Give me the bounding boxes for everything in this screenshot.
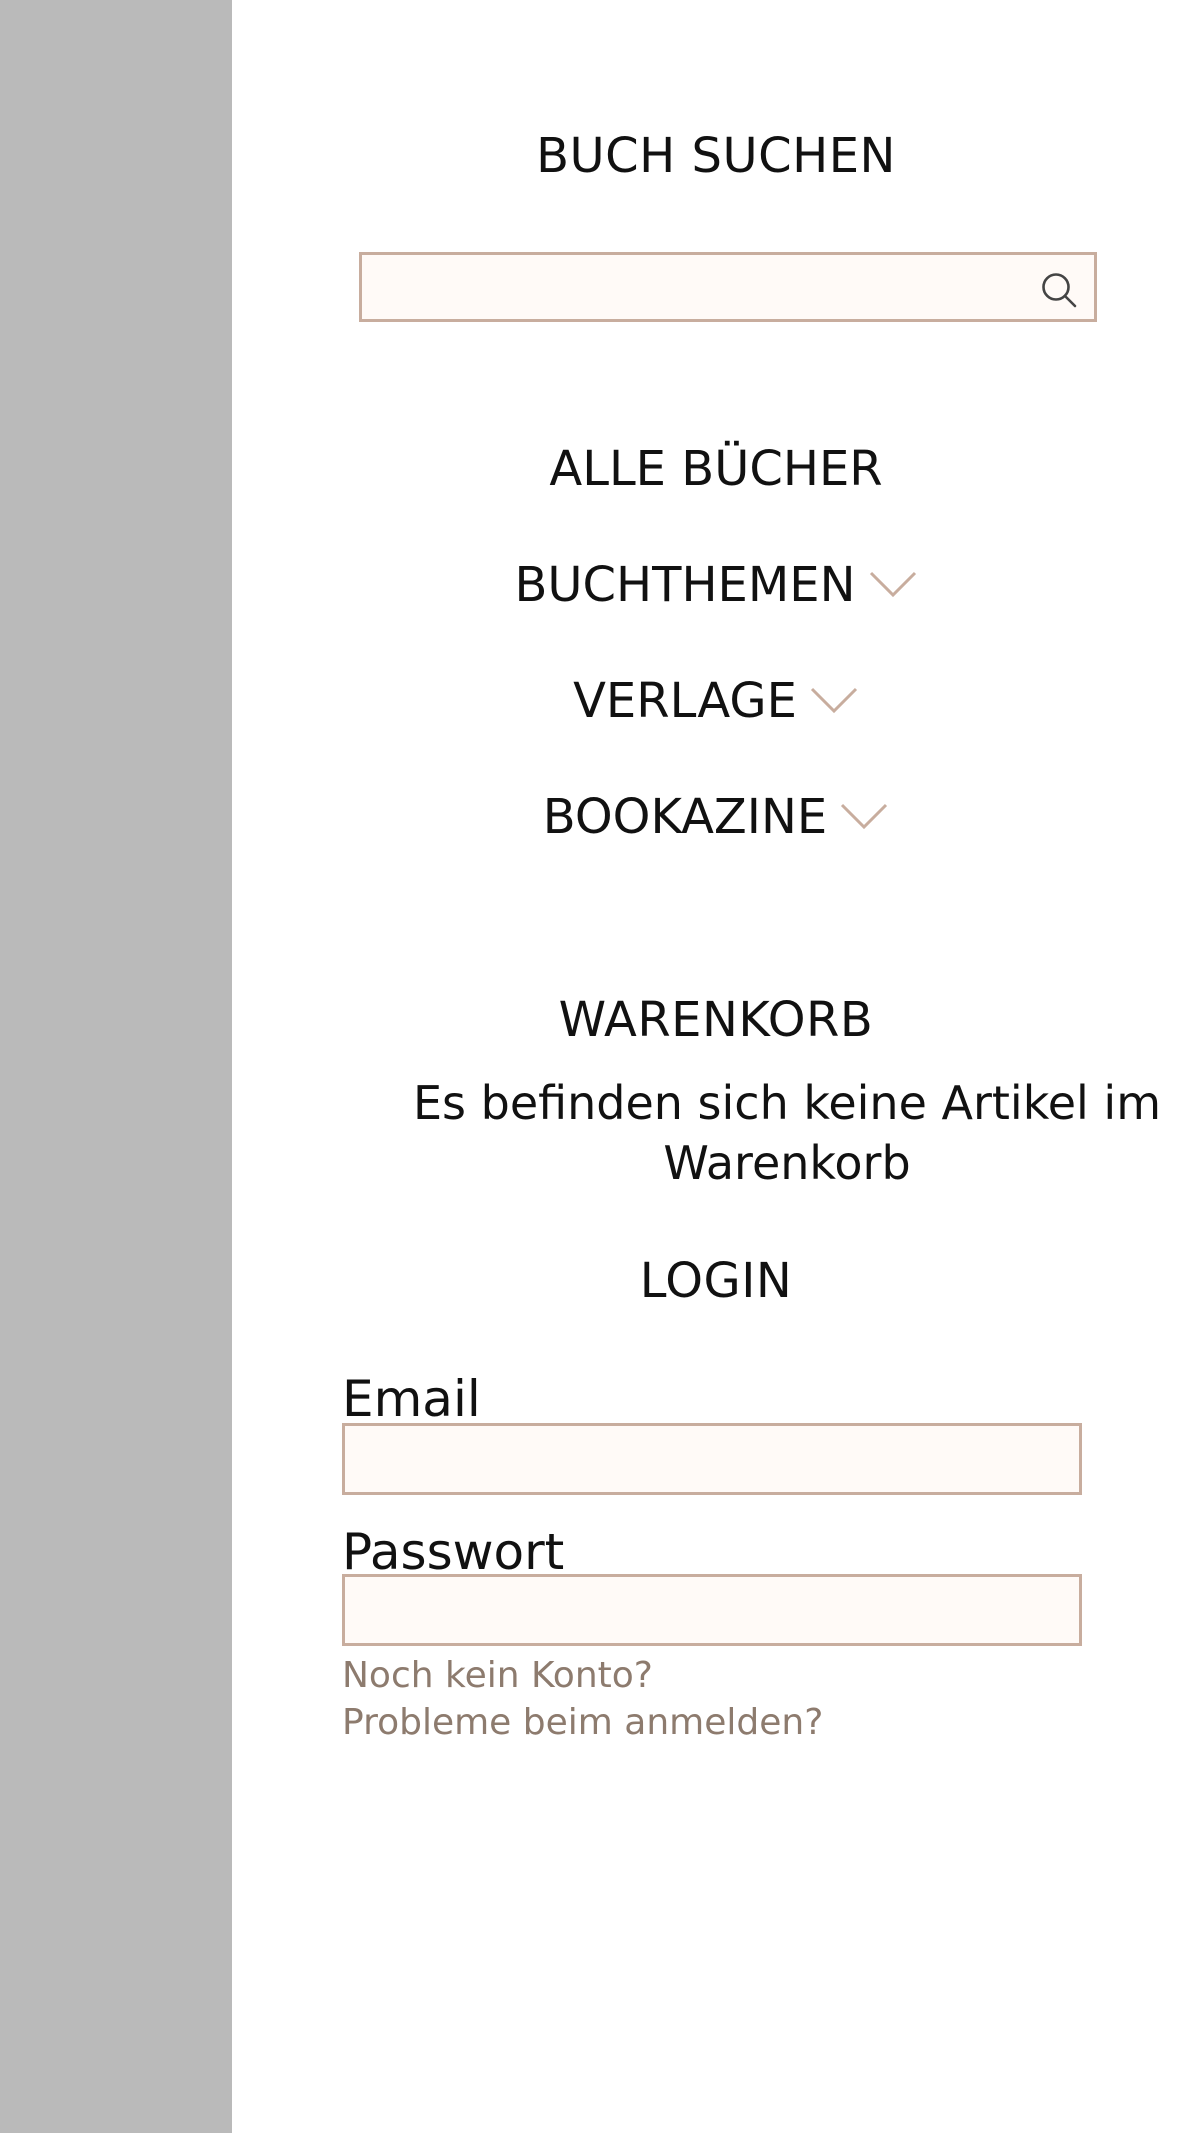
nav-item-label: BUCHTHEMEN — [514, 557, 856, 613]
login-heading: LOGIN — [639, 1253, 793, 1309]
nav-item-label: BOOKAZINE — [542, 789, 828, 845]
cart-heading: WARENKORB — [558, 992, 874, 1048]
email-field[interactable] — [342, 1423, 1082, 1495]
nav-item-alle-buecher[interactable]: ALLE BÜCHER — [232, 445, 1200, 493]
cart-empty-message: Es befinden sich keine Artikel im Warenk… — [412, 1076, 1162, 1190]
side-menu-panel: BUCH SUCHEN ALLE BÜCHER BUCHTHEMEN VERLA… — [232, 0, 1200, 2133]
chevron-down-icon[interactable] — [868, 569, 918, 599]
password-label: Passwort — [342, 1523, 565, 1581]
login-problems-link[interactable]: Probleme beim anmelden? — [342, 1705, 823, 1741]
search-input[interactable] — [359, 252, 1097, 322]
nav-item-bookazine[interactable]: BOOKAZINE — [232, 793, 1200, 841]
search-heading: BUCH SUCHEN — [536, 128, 896, 184]
chevron-down-icon[interactable] — [839, 801, 889, 831]
chevron-down-icon[interactable] — [809, 685, 859, 715]
register-link[interactable]: Noch kein Konto? — [342, 1658, 653, 1694]
nav-item-verlage[interactable]: VERLAGE — [232, 677, 1200, 725]
nav-item-label: ALLE BÜCHER — [549, 441, 883, 497]
password-field[interactable] — [342, 1574, 1082, 1646]
search-icon[interactable] — [1040, 271, 1078, 309]
nav-item-buchthemen[interactable]: BUCHTHEMEN — [232, 561, 1200, 609]
nav-item-label: VERLAGE — [573, 673, 797, 729]
email-label: Email — [342, 1370, 481, 1428]
page-overlay[interactable] — [0, 0, 232, 2133]
